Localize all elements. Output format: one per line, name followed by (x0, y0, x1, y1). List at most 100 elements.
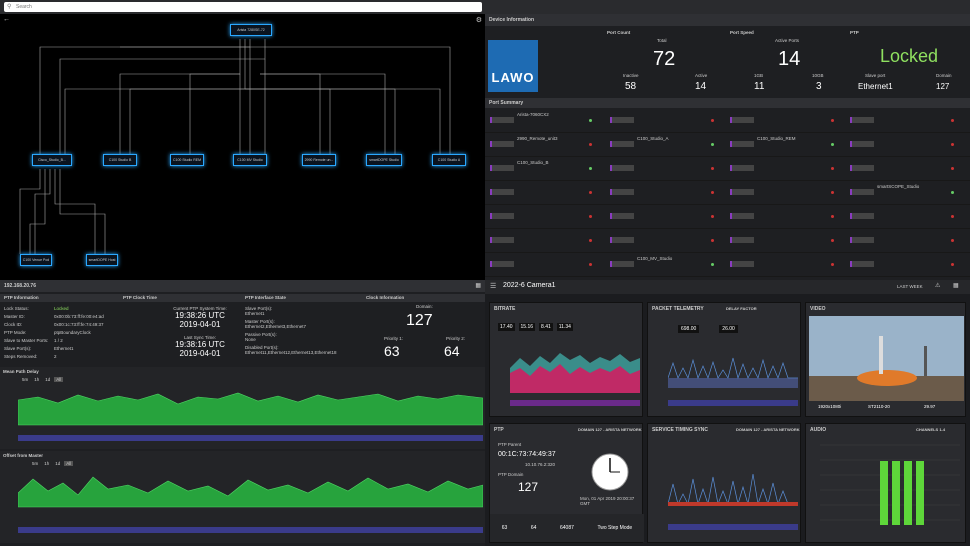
range-buttons: 5m 1h 1d All (20, 377, 64, 382)
slave-port-label: Slave port (865, 73, 886, 78)
port-row: 2990_Remote_unit3 C100_Studio_A C100_Studi… (485, 133, 970, 157)
audio-chart (820, 444, 960, 525)
range-all[interactable]: All (54, 377, 64, 382)
telemetry-values: 698.00 26.00 (678, 325, 738, 333)
telemetry-chart (668, 357, 798, 406)
ptp-ip-title: 192.168.20.76 (0, 280, 485, 292)
port-speed-header: Port Speed (730, 30, 754, 35)
bitrate-chart (510, 353, 640, 406)
range-5m[interactable]: 5m (30, 461, 40, 466)
video-card: VIDEO 1920x1080i ST2110-20 29.97 (805, 302, 966, 417)
section-clock-info: Clock Information (366, 295, 405, 300)
domain-value: 127 (936, 82, 950, 91)
week-selector[interactable]: LAST WEEK (897, 284, 923, 289)
g10-value: 3 (816, 81, 822, 92)
active-ports-value: 14 (778, 48, 801, 70)
video-resolution: 1920x1080i (818, 404, 842, 409)
active-ports-label: Active Ports (775, 38, 800, 43)
port-device-name: C100_Studio_REM (757, 136, 796, 141)
topology-node-1[interactable]: Cisco_Studio_B... (32, 154, 72, 166)
audio-title: AUDIO (810, 427, 827, 433)
range-5m[interactable]: 5m (20, 377, 30, 382)
topology-leaf-2[interactable]: smartDOPE Host (86, 254, 118, 266)
port-device-name: smartSCOPE_Studio (877, 184, 920, 189)
port-row (485, 229, 970, 253)
ptp-domain-value: 127 (518, 480, 539, 494)
range-1d[interactable]: 1d (43, 377, 52, 382)
clock-date: Mon, 01 Apr 2019 20:00:37 GMT (580, 496, 635, 506)
port-row (485, 205, 970, 229)
ptp-info-list: Lock Status: Locked Master ID: 0x00:0b:73:… (4, 306, 104, 359)
port-row: Arista-7060CX2 (485, 109, 970, 133)
ptp-parent-label: PTP Parent (498, 442, 522, 447)
range-all[interactable]: All (64, 461, 74, 466)
lawo-logo: LAWO (488, 40, 538, 92)
camera-title: 2022-6 Camera1 (503, 282, 556, 289)
service-timing-chart (668, 473, 798, 530)
range-1h[interactable]: 1h (42, 461, 51, 466)
channels-select[interactable]: CHANNELS 1-4 (916, 427, 945, 432)
total-label: Total (657, 38, 667, 43)
search-input[interactable]: Search (4, 2, 482, 12)
g10-label: 10GB (812, 73, 824, 78)
port-device-name: C100_Studio_A (637, 136, 669, 141)
ptp-status-card: PTP Locked Slave port Ethernet1 Domain 1… (850, 30, 965, 94)
port-device-name: 2990_Remote_unit3 (517, 136, 558, 141)
topology-node-6[interactable]: smartDOPE Studio (366, 154, 402, 166)
active-label: Active (695, 73, 708, 78)
section-interface-state: PTP Interface State (245, 295, 286, 300)
port-speed-card: Port Speed Active Ports 14 1GB 11 10GB 3 (730, 30, 850, 94)
clock-info-block: Domain: 127 Priority 1: 63 Priority 2: 6… (384, 304, 466, 359)
bitrate-title: BITRATE (494, 306, 516, 312)
ptp-parent-value: 00:1C:73:74:49:37 (498, 451, 556, 458)
service-timing-title: SERVICE TIMING SYNC (652, 427, 709, 433)
topology-node-3[interactable]: C100 Studio REM (170, 154, 204, 166)
audio-card: AUDIO CHANNELS 1-4 (805, 423, 966, 543)
device-info-title: Device Information (485, 14, 970, 26)
grid-icon[interactable]: ▦ (475, 282, 481, 289)
telemetry-card: PACKET TELEMETRY DELAY FACTOR 698.00 26.0… (647, 302, 801, 417)
topology-leaf-1[interactable]: C100 Venue Pod (20, 254, 52, 266)
ptp-locked-status: Locked (880, 46, 939, 66)
active-value: 14 (695, 81, 707, 92)
ptp-ip: 10.10.76.2:320 (525, 462, 556, 467)
ptp-domain-label: PTP Domain (498, 472, 524, 477)
ptp-stats: 63 64 64087 Two Step Mode (490, 514, 644, 542)
offset-title: Offset from Master (3, 453, 44, 458)
camera-dashboard: ☰ 2022-6 Camera1 LAST WEEK ⚠ ▦ BITRATE 1… (485, 280, 970, 546)
service-domain-select[interactable]: DOMAIN 127 - ARISTA NETWORK (736, 427, 800, 432)
range-1h[interactable]: 1h (32, 377, 41, 382)
g1-label: 1GB (754, 73, 764, 78)
mean-path-title: Mean Path Delay (3, 369, 39, 374)
clock-icon (591, 453, 629, 491)
service-timing-card: SERVICE TIMING SYNC DOMAIN 127 - ARISTA N… (647, 423, 801, 543)
delay-factor-select[interactable]: DELAY FACTOR (726, 306, 757, 311)
menu-icon[interactable]: ☰ (490, 282, 496, 290)
range-1d[interactable]: 1d (53, 461, 62, 466)
audio-bar-3 (904, 461, 912, 525)
ptp-domain-select[interactable]: DOMAIN 127 - ARISTA NETWORK (578, 427, 642, 432)
video-thumbnail[interactable] (809, 316, 964, 401)
alert-icon[interactable]: ⚠ (935, 282, 940, 289)
topology-node-2[interactable]: C100 Studio B (103, 154, 137, 166)
topology-node-4[interactable]: C100 MV Studio (233, 154, 267, 166)
domain-label: Domain (936, 73, 952, 78)
audio-bar-2 (892, 461, 900, 525)
port-row: C100_MV_Studio (485, 253, 970, 277)
topology-node-5[interactable]: 2990 Remote un... (302, 154, 336, 166)
port-device-name: C100_Studio_B (517, 160, 549, 165)
interface-state-list: Slave Port(s): Ethernet1 Master Port(s): E… (245, 306, 337, 355)
inactive-label: Inactive (623, 73, 639, 78)
section-clock-time: PTP Clock Time (123, 295, 157, 300)
ptp-header: PTP (850, 30, 859, 35)
port-device-name: C100_MV_Studio (637, 256, 673, 261)
mean-path-area (18, 392, 483, 441)
port-count-card: Port Count Total 72 Inactive 58 Active 1… (607, 30, 727, 94)
device-info-panel: Device Information LAWO Port Count Total… (485, 14, 970, 280)
section-ptp-info: PTP Information (4, 295, 39, 300)
topology-root-node[interactable]: Arista 7280SE-72 (230, 24, 272, 36)
telemetry-title: PACKET TELEMETRY (652, 306, 704, 312)
audio-bar-1 (880, 461, 888, 525)
calendar-icon[interactable]: ▦ (953, 282, 959, 289)
topology-node-7[interactable]: C100 Studio A (432, 154, 466, 166)
